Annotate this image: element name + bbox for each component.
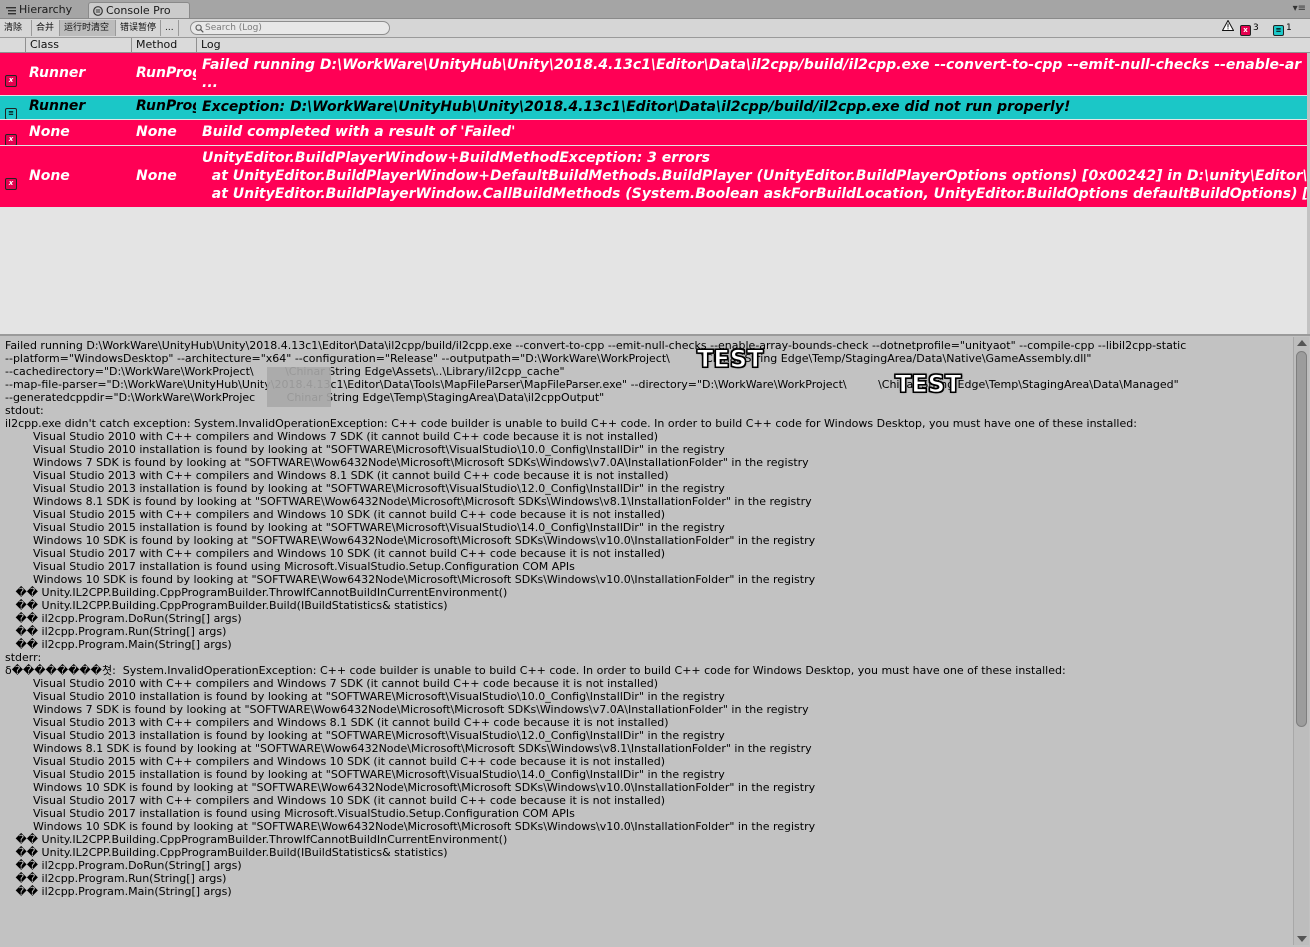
log-count: 1	[1286, 23, 1292, 33]
log-entry[interactable]: x None None Build completed with a resul…	[0, 120, 1307, 145]
search-input[interactable]: Search (Log)	[190, 21, 390, 35]
log-column-label: Log	[201, 38, 221, 51]
class-column-header[interactable]: Class	[26, 38, 132, 52]
collapse-button[interactable]: 合并	[32, 20, 60, 36]
entry-class: Runner	[29, 65, 86, 81]
scrollbar-thumb[interactable]	[1296, 351, 1307, 727]
error-pause-button[interactable]: 错误暂停	[116, 20, 161, 36]
entry-class: Runner	[29, 98, 86, 114]
log-list: x Runner RunProgram Failed running D:\Wo…	[0, 53, 1307, 335]
entry-class: None	[29, 168, 70, 184]
tab-bar: Hierarchy Console Pro ▾≡	[0, 0, 1310, 19]
clear-button[interactable]: 清除	[0, 20, 32, 36]
tab-console-pro-label: Console Pro	[106, 4, 171, 17]
console-toolbar: 清除 合并 运行时清空 错误暂停 ... Search (Log) x3 ≡ 1	[0, 19, 1310, 38]
overlay-label: TEST	[894, 370, 962, 399]
error-icon: x	[1240, 25, 1251, 36]
icon-column-header	[0, 38, 26, 52]
log-filter-toggle[interactable]: ≡ 1	[1273, 20, 1292, 36]
method-column-header[interactable]: Method	[132, 38, 197, 52]
error-entry-icon: x	[5, 68, 19, 87]
log-detail-text: Failed running D:\WorkWare\UnityHub\Unit…	[5, 339, 1187, 898]
console-icon	[93, 6, 103, 16]
error-entry-icon: x	[5, 127, 19, 145]
more-options-button[interactable]: ...	[161, 20, 179, 36]
log-icon: ≡	[1273, 25, 1284, 36]
tab-console-pro[interactable]: Console Pro	[88, 2, 190, 18]
warning-filter-toggle[interactable]	[1221, 19, 1235, 36]
entry-log-text: Exception: D:\WorkWare\UnityHub\Unity\20…	[202, 99, 1071, 115]
panel-splitter[interactable]	[0, 334, 1310, 336]
log-filter-badges: x3 ≡ 1	[1220, 19, 1310, 37]
entry-log-text: Failed running D:\WorkWare\UnityHub\Unit…	[202, 57, 1302, 91]
method-column-label: Method	[136, 38, 178, 51]
log-entry[interactable]: ≡ Runner RunProgram Exception: D:\WorkWa…	[0, 96, 1307, 119]
redacted-region	[267, 367, 331, 407]
detail-scrollbar[interactable]	[1293, 337, 1309, 945]
scroll-down-arrow-icon[interactable]	[1297, 936, 1307, 942]
entry-log-text: UnityEditor.BuildPlayerWindow+BuildMetho…	[202, 150, 1307, 202]
entry-method: RunProgram	[136, 98, 196, 114]
overlay-label: TEST	[696, 345, 764, 374]
warning-triangle-icon	[1221, 19, 1235, 31]
entry-log-text: Build completed with a result of 'Failed…	[202, 124, 516, 140]
log-entry[interactable]: x Runner RunProgram Failed running D:\Wo…	[0, 53, 1307, 95]
log-entry[interactable]: x None None UnityEditor.BuildPlayerWindo…	[0, 146, 1307, 207]
error-entry-icon: x	[5, 171, 19, 190]
scroll-up-arrow-icon[interactable]	[1297, 340, 1307, 346]
log-detail-panel: Failed running D:\WorkWare\UnityHub\Unit…	[0, 337, 1293, 947]
error-count: 3	[1253, 23, 1259, 33]
search-icon	[195, 24, 204, 33]
tab-hierarchy[interactable]: Hierarchy	[0, 2, 86, 18]
entry-method: RunProgram	[136, 65, 196, 81]
entry-method: None	[136, 168, 177, 184]
entry-method: None	[136, 124, 177, 140]
log-column-header[interactable]: Log	[197, 38, 1310, 52]
clear-on-play-button[interactable]: 运行时清空	[60, 20, 116, 36]
tab-hierarchy-label: Hierarchy	[19, 3, 73, 16]
error-filter-toggle[interactable]: x3	[1240, 20, 1259, 36]
log-entry-icon: ≡	[5, 101, 19, 119]
entry-class: None	[29, 124, 70, 140]
window-menu-icon[interactable]: ▾≡	[1293, 3, 1306, 14]
column-header: Class Method Log	[0, 38, 1310, 53]
list-icon	[6, 7, 16, 15]
search-placeholder: Search (Log)	[205, 23, 262, 33]
class-column-label: Class	[30, 38, 59, 51]
